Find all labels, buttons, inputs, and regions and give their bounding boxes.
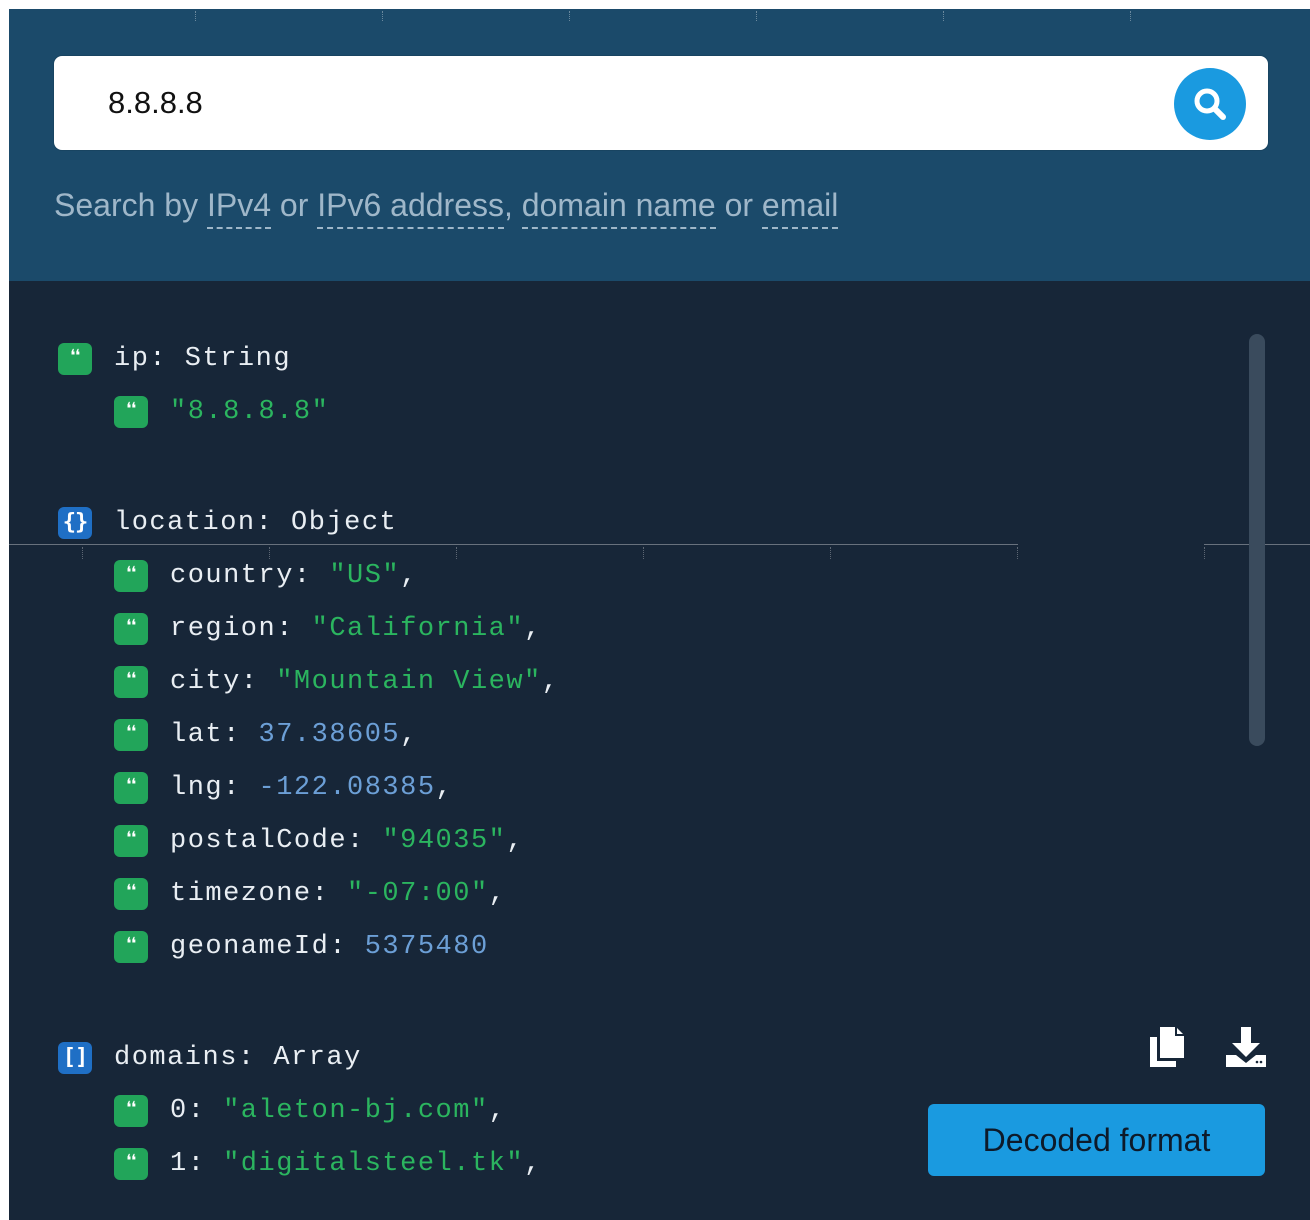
quote-icon: ❝: [114, 396, 148, 428]
search-hint: Search by IPv4 or IPv6 address, domain n…: [54, 187, 839, 229]
scrollbar[interactable]: [1249, 334, 1265, 746]
object-icon: {}: [58, 507, 92, 539]
search-icon: [1194, 88, 1226, 120]
field-sep: ,: [506, 826, 525, 856]
quote-icon: ❝: [114, 1148, 148, 1180]
item-sep: ,: [488, 1096, 507, 1126]
item-value: "aleton-bj.com": [223, 1096, 489, 1126]
field-value: "94035": [382, 826, 507, 856]
quote-icon: ❝: [58, 343, 92, 375]
decoded-format-button[interactable]: Decoded format: [928, 1104, 1265, 1176]
field-sep: ,: [400, 561, 418, 591]
hint-comma: ,: [504, 187, 522, 223]
field-sep: ,: [541, 667, 560, 697]
quote-icon: ❝: [114, 719, 148, 751]
field-sep: ,: [488, 879, 507, 909]
field-key: postalCode:: [170, 826, 383, 856]
quote-icon: ❝: [114, 613, 148, 645]
item-value: "digitalsteel.tk": [223, 1149, 525, 1179]
quote-icon: ❝: [114, 825, 148, 857]
field-key: city:: [170, 667, 277, 697]
hint-link-domain[interactable]: domain name: [521, 187, 716, 229]
string-value: "8.8.8.8": [170, 397, 330, 427]
header-dots: [9, 9, 1310, 21]
item-key: 0:: [170, 1096, 224, 1126]
app-frame: Search by IPv4 or IPv6 address, domain n…: [9, 9, 1310, 1220]
key-label: domains: Array: [114, 1043, 362, 1073]
field-value: 37.38605: [258, 720, 401, 750]
quote-icon: ❝: [114, 931, 148, 963]
field-sep: ,: [435, 773, 454, 803]
search-box: [54, 56, 1268, 150]
copy-button[interactable]: [1147, 1025, 1187, 1069]
quote-icon: ❝: [114, 878, 148, 910]
search-input[interactable]: [108, 78, 1148, 128]
download-button[interactable]: [1224, 1025, 1268, 1069]
field-value: "California": [311, 614, 525, 644]
hint-link-ipv6[interactable]: IPv6 address: [317, 187, 504, 229]
field-sep: ,: [400, 720, 418, 750]
copy-icon: [1150, 1027, 1184, 1067]
field-value: "Mountain View": [276, 667, 542, 697]
array-icon: []: [58, 1042, 92, 1074]
quote-icon: ❝: [114, 772, 148, 804]
field-value: "US": [329, 561, 401, 591]
download-icon: [1226, 1027, 1266, 1067]
field-key: geonameId:: [170, 932, 365, 962]
quote-icon: ❝: [114, 666, 148, 698]
field-key: region:: [170, 614, 312, 644]
field-value: "-07:00": [347, 879, 489, 909]
divider-line: [9, 544, 1018, 545]
hint-link-ipv4[interactable]: IPv4: [206, 187, 271, 229]
quote-icon: ❝: [114, 1095, 148, 1127]
field-key: lng:: [170, 773, 259, 803]
item-key: 1:: [170, 1149, 224, 1179]
field-value: -122.08385: [258, 773, 436, 803]
item-sep: ,: [524, 1149, 542, 1179]
hint-link-email[interactable]: email: [761, 187, 839, 229]
key-label: location: Object: [114, 508, 398, 538]
hint-prefix: Search by: [54, 187, 207, 223]
field-key: timezone:: [170, 879, 348, 909]
hint-or: or: [715, 187, 762, 223]
hint-or: or: [271, 187, 318, 223]
field-sep: ,: [524, 614, 542, 644]
field-key: country:: [170, 561, 330, 591]
field-key: lat:: [170, 720, 259, 750]
quote-icon: ❝: [114, 560, 148, 592]
field-value: 5375480: [364, 932, 489, 962]
search-button[interactable]: [1174, 68, 1246, 140]
search-header: Search by IPv4 or IPv6 address, domain n…: [9, 9, 1310, 281]
key-label: ip: String: [114, 344, 292, 374]
